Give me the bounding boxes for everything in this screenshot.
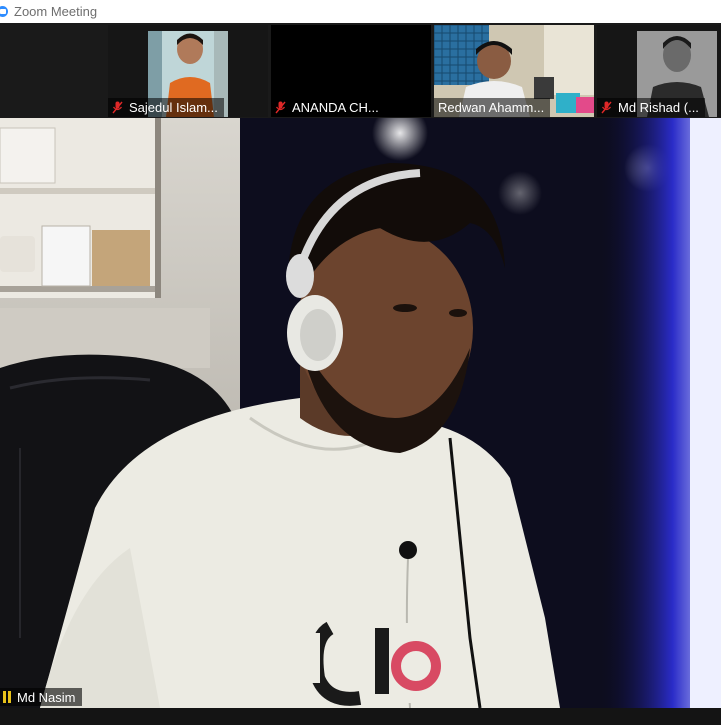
speaker-name: Md Nasim: [17, 689, 76, 705]
window-titlebar: Zoom Meeting: [0, 0, 721, 23]
muted-mic-icon: [112, 101, 123, 114]
participant-tile-redwan[interactable]: Redwan Ahamm...: [434, 25, 594, 117]
participant-namebar: Redwan Ahamm...: [434, 98, 551, 117]
participant-name: ANANDA CH...: [292, 100, 379, 115]
participant-namebar: ANANDA CH...: [271, 98, 385, 117]
participant-name: Redwan Ahamm...: [438, 100, 545, 115]
participant-tile-rishad[interactable]: Md Rishad (...: [597, 25, 721, 117]
muted-mic-icon: [275, 101, 286, 114]
window-title: Zoom Meeting: [14, 4, 98, 19]
participant-namebar: Md Rishad (...: [597, 98, 705, 117]
participant-strip: Sajedul Islam... ANANDA CH... Redwan Aha…: [0, 23, 721, 118]
participant-tile-ananda[interactable]: ANANDA CH...: [271, 25, 431, 117]
muted-mic-icon: [601, 101, 612, 114]
participant-name: Sajedul Islam...: [129, 100, 218, 115]
speaker-video-frame: [0, 118, 721, 708]
participant-name: Md Rishad (...: [618, 100, 699, 115]
audio-level-icon: [3, 691, 11, 703]
zoom-app-icon: [0, 6, 8, 17]
bottom-bar: [0, 708, 721, 725]
participant-namebar: Sajedul Islam...: [108, 98, 224, 117]
active-speaker-video[interactable]: Md Nasim: [0, 118, 721, 708]
speaker-namebar: Md Nasim: [0, 688, 82, 706]
participant-tile-sajedul[interactable]: Sajedul Islam...: [108, 25, 268, 117]
